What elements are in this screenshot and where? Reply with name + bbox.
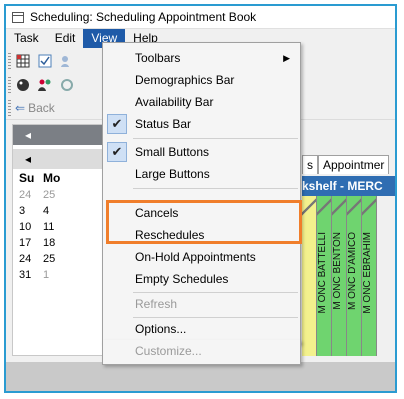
prev-year-icon[interactable]: ◂ (25, 152, 31, 166)
calendar-month-nav[interactable]: ◂ (13, 125, 109, 145)
window-title: Scheduling: Scheduling Appointment Book (30, 10, 257, 24)
back-arrow-icon: ⇐ (15, 101, 26, 115)
calendar-day[interactable]: 10 (19, 219, 43, 235)
view-tabs: s Appointmer (302, 154, 395, 174)
menu-item-small-buttons[interactable]: ✔ Small Buttons (103, 141, 300, 163)
toolbar-grip[interactable] (8, 100, 11, 116)
calendar-day[interactable]: 17 (19, 235, 43, 251)
calendar-day[interactable]: 24 (19, 251, 43, 267)
calendar-day[interactable]: 3 (19, 203, 43, 219)
calendar-year-nav[interactable]: ◂ (13, 149, 109, 169)
menu-task[interactable]: Task (6, 29, 47, 48)
tab-appointments[interactable]: Appointmer (318, 155, 390, 174)
refresh-icon[interactable] (59, 77, 75, 93)
checkmark-icon: ✔ (107, 142, 127, 162)
resource-column[interactable]: M ONC BATTELLI (317, 196, 332, 356)
resource-columns: M ONC BATTELLI M ONC BENTON M ONC D'AMIC… (302, 196, 395, 356)
menu-separator (133, 138, 298, 139)
resource-column[interactable]: M ONC EBRAHIM (362, 196, 377, 356)
calendar-day[interactable]: 4 (43, 203, 67, 219)
bottom-area (6, 362, 395, 391)
resource-column[interactable]: M ONC BENTON (332, 196, 347, 356)
menu-item-large-buttons[interactable]: Large Buttons (103, 163, 300, 185)
title-bar: Scheduling: Scheduling Appointment Book (6, 6, 395, 29)
back-label: Back (28, 101, 55, 115)
toolbar-grip[interactable] (8, 77, 11, 93)
menu-item-empty-schedules[interactable]: Empty Schedules (103, 268, 300, 290)
tab-partial[interactable]: s (302, 155, 318, 174)
calendar-grid: Su Mo 24 25 3 4 10 11 17 18 24 25 31 1 (13, 169, 109, 283)
menu-item-toolbars[interactable]: Toolbars ▶ (103, 47, 300, 69)
day-of-week: Su (19, 171, 35, 185)
calendar-day[interactable]: 1 (43, 267, 67, 283)
menu-separator (133, 188, 298, 189)
menu-item-options[interactable]: Options... (103, 318, 300, 340)
bookshelf-header: kshelf - MERC (302, 176, 395, 196)
back-button[interactable]: ⇐ Back (15, 101, 55, 115)
palette-icon[interactable] (15, 77, 31, 93)
view-menu-bottom: Customize... (102, 340, 301, 365)
grid-icon[interactable] (15, 53, 31, 69)
menu-item-demographics-bar[interactable]: Demographics Bar (103, 69, 300, 91)
calendar-day[interactable]: 11 (43, 219, 67, 235)
menu-item-status-bar[interactable]: ✔ Status Bar (103, 113, 300, 135)
calendar-day[interactable]: 25 (43, 187, 67, 203)
calendar-day[interactable]: 25 (43, 251, 67, 267)
checkmark-icon: ✔ (107, 114, 127, 134)
user-search-icon[interactable] (59, 53, 75, 69)
day-of-week: Mo (43, 171, 61, 185)
menu-item-customize-label: Customize... (135, 344, 202, 358)
view-menu-dropdown: Toolbars ▶ Demographics Bar Availability… (102, 42, 301, 344)
people-icon[interactable] (37, 77, 53, 93)
menu-item-refresh: Refresh (135, 297, 178, 311)
resource-column[interactable] (302, 196, 317, 356)
calendar-day[interactable]: 18 (43, 235, 67, 251)
resource-column[interactable]: M ONC D'AMICO (347, 196, 362, 356)
menu-item-reschedules[interactable]: Reschedules (103, 224, 300, 246)
calendar-day[interactable]: 24 (19, 187, 43, 203)
menu-item-availability-bar[interactable]: Availability Bar (103, 91, 300, 113)
submenu-arrow-icon: ▶ (283, 53, 290, 63)
prev-month-icon[interactable]: ◂ (25, 128, 31, 142)
checkbox-icon[interactable] (37, 53, 53, 69)
menu-edit[interactable]: Edit (47, 29, 84, 48)
menu-item-cancels[interactable]: Cancels (103, 202, 300, 224)
calendar-app-icon (12, 11, 24, 23)
calendar-day[interactable]: 31 (19, 267, 43, 283)
menu-item-on-hold-appointments[interactable]: On-Hold Appointments (103, 246, 300, 268)
mini-calendar: ◂ ◂ Su Mo 24 25 3 4 10 11 17 18 24 25 31… (12, 124, 110, 356)
toolbar-grip[interactable] (8, 53, 11, 69)
